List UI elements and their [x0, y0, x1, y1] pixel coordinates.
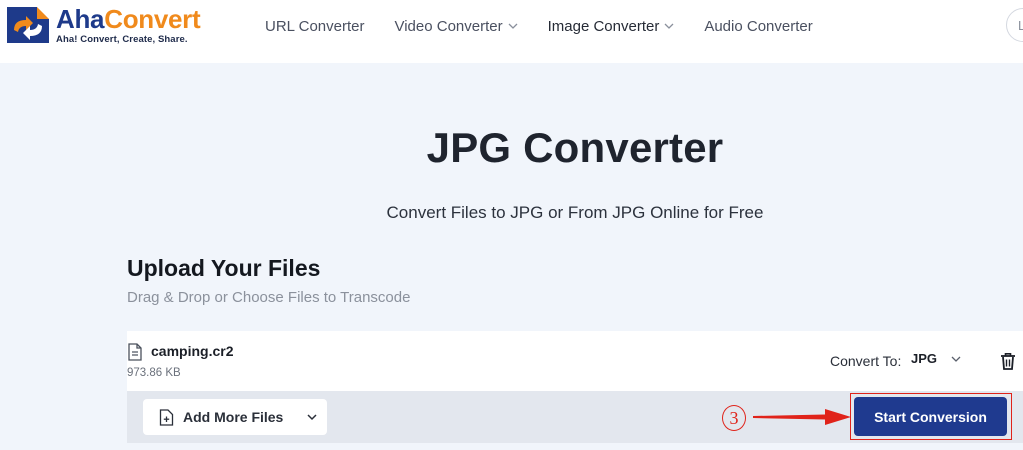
chevron-down-icon: [664, 23, 674, 29]
trash-icon[interactable]: [1000, 352, 1016, 370]
red-arrow-annotation: [753, 409, 851, 425]
step-number-annotation: 3: [722, 405, 746, 431]
document-icon: [128, 343, 142, 361]
file-name: camping.cr2: [151, 343, 234, 359]
nav-video-converter[interactable]: Video Converter: [394, 17, 518, 35]
upload-subtitle: Drag & Drop or Choose Files to Transcode: [127, 289, 411, 306]
file-row: camping.cr2 973.86 KB Convert To: JPG: [127, 331, 1023, 391]
logo-name-part1: Aha: [56, 4, 105, 34]
language-button[interactable]: L: [1006, 8, 1023, 42]
file-size: 973.86 KB: [127, 367, 181, 379]
logo-icon: [7, 7, 49, 43]
add-file-icon: [159, 408, 174, 426]
add-more-files-button[interactable]: Add More Files: [143, 399, 327, 435]
logo-wordmark: AhaConvert: [56, 4, 201, 34]
logo-name-part2: Convert: [104, 4, 201, 34]
nav-image-converter[interactable]: Image Converter: [548, 18, 675, 35]
add-more-files-label: Add More Files: [183, 409, 284, 425]
chevron-down-icon: [508, 23, 518, 29]
chevron-down-icon[interactable]: [307, 412, 317, 422]
site-header: AhaConvert Aha! Convert, Create, Share. …: [0, 0, 1023, 63]
nav-label: Video Converter: [394, 17, 503, 35]
nav-label: Image Converter: [547, 17, 660, 35]
nav-label: Audio Converter: [704, 17, 813, 35]
page-title: JPG Converter: [426, 124, 724, 171]
start-conversion-button[interactable]: Start Conversion: [854, 397, 1007, 436]
convert-to-select[interactable]: JPG: [911, 351, 961, 366]
upload-title: Upload Your Files: [127, 255, 321, 281]
convert-to-value: JPG: [911, 351, 938, 366]
nav-audio-converter[interactable]: Audio Converter: [704, 18, 812, 35]
main-nav: URL Converter Video Converter Image Conv…: [265, 0, 843, 52]
nav-url-converter[interactable]: URL Converter: [265, 18, 364, 35]
nav-label: URL Converter: [265, 17, 365, 35]
convert-to-label: Convert To:: [830, 353, 902, 369]
logo-tagline: Aha! Convert, Create, Share.: [56, 34, 188, 45]
page-subtitle: Convert Files to JPG or From JPG Online …: [386, 203, 764, 222]
logo[interactable]: AhaConvert Aha! Convert, Create, Share.: [6, 4, 201, 45]
chevron-down-icon: [951, 356, 961, 362]
